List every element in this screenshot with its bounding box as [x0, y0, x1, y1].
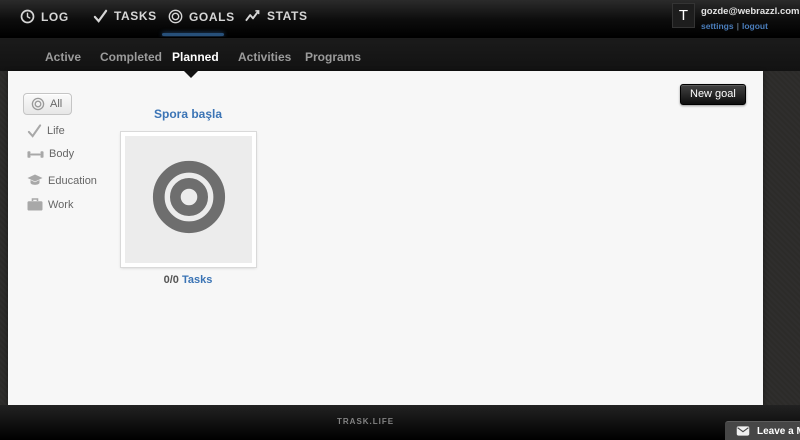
sidebar-item-body[interactable]: Body	[27, 148, 74, 160]
goal-tasks-line: 0/0 Tasks	[121, 274, 255, 286]
links-divider: |	[736, 21, 739, 31]
target-icon	[168, 9, 183, 24]
sidebar-item-education[interactable]: Education	[27, 174, 97, 187]
tasks-count: 0/0	[163, 274, 179, 286]
nav-item-label: LOG	[41, 9, 69, 24]
user-email: gozde@webrazzl.com	[701, 6, 800, 17]
check-icon	[27, 124, 42, 138]
goal-title-link[interactable]: Spora başla	[121, 107, 255, 121]
settings-link[interactable]: settings	[701, 21, 734, 31]
sidebar-item-label: Work	[48, 198, 74, 211]
sidebar-item-label: Life	[47, 125, 65, 137]
tasks-link[interactable]: Tasks	[182, 274, 212, 286]
leave-message-widget[interactable]: Leave a M	[725, 421, 800, 440]
check-icon	[93, 9, 108, 23]
nav-item-label: GOALS	[189, 9, 235, 24]
nav-item-label: STATS	[267, 9, 308, 23]
sidebar-item-label: All	[50, 98, 63, 110]
goals-content-panel: All Life Body Education Work Spora başla…	[8, 71, 763, 405]
tab-completed[interactable]: Completed	[100, 50, 162, 64]
dumbbell-icon	[27, 149, 44, 160]
tab-planned[interactable]: Planned	[172, 50, 219, 64]
tab-programs[interactable]: Programs	[305, 50, 361, 64]
nav-item-log[interactable]: LOG	[20, 9, 69, 24]
nav-item-stats[interactable]: STATS	[245, 9, 308, 23]
footer-brand: TRASK.LIFE	[337, 417, 395, 426]
top-navigation-bar: LOG TASKS GOALS STATS T gozde@webrazzl.c…	[0, 0, 800, 37]
bullseye-icon	[150, 158, 228, 241]
sidebar-item-work[interactable]: Work	[27, 198, 73, 211]
goal-card[interactable]	[120, 131, 257, 268]
leave-message-label: Leave a M	[757, 425, 800, 437]
nav-item-tasks[interactable]: TASKS	[93, 9, 157, 23]
sidebar-item-label: Education	[48, 174, 97, 187]
sidebar-item-all[interactable]: All	[23, 93, 73, 115]
sidebar-item-label: Body	[49, 148, 75, 160]
user-links: settings | logout	[701, 21, 768, 31]
active-nav-underline	[162, 33, 224, 36]
target-icon	[31, 97, 45, 111]
avatar[interactable]: T	[672, 3, 695, 28]
footer-bar: TRASK.LIFE	[0, 405, 800, 440]
clock-icon	[20, 9, 35, 24]
graduation-cap-icon	[27, 174, 43, 187]
envelope-icon	[736, 426, 750, 436]
nav-item-label: TASKS	[114, 9, 157, 23]
stats-icon	[245, 9, 261, 23]
briefcase-icon	[27, 198, 43, 211]
new-goal-button[interactable]: New goal	[680, 84, 746, 105]
tab-activities[interactable]: Activities	[238, 50, 291, 64]
goals-sub-navigation: Active Completed Planned Activities Prog…	[0, 37, 800, 71]
tab-active[interactable]: Active	[45, 50, 81, 64]
sidebar-item-life[interactable]: Life	[27, 124, 65, 138]
logout-link[interactable]: logout	[742, 21, 768, 31]
active-tab-caret	[184, 71, 198, 78]
nav-item-goals[interactable]: GOALS	[168, 9, 235, 24]
